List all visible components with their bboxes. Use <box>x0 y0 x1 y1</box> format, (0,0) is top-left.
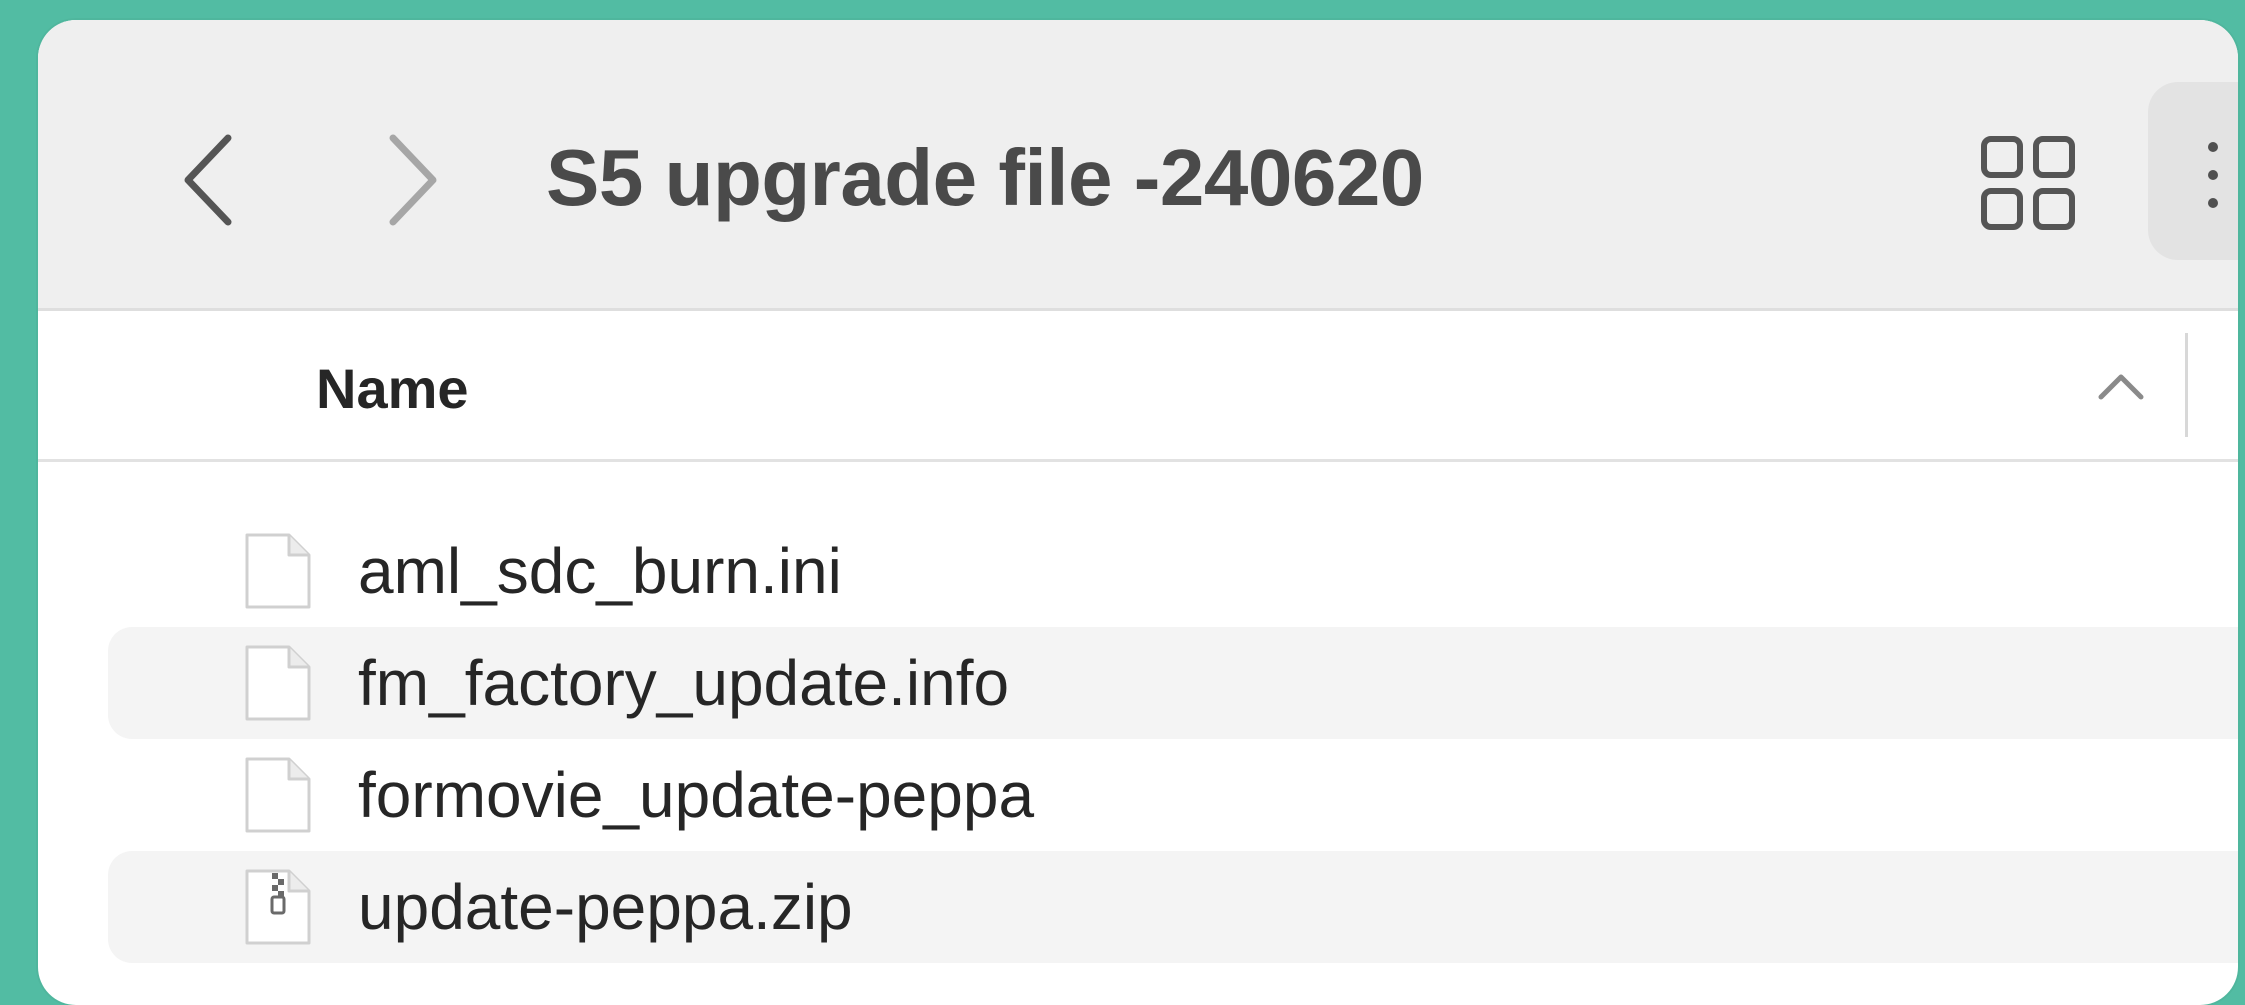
grid-view-button[interactable] <box>1980 135 2076 231</box>
name-column-header[interactable]: Name <box>316 359 469 419</box>
toolbar: S5 upgrade file -240620 <box>38 20 2238 311</box>
file-name: fm_factory_update.info <box>358 647 1010 719</box>
document-icon <box>243 531 313 611</box>
file-row[interactable]: aml_sdc_burn.ini <box>108 515 2238 627</box>
more-vertical-icon <box>2208 142 2220 212</box>
file-list: aml_sdc_burn.ini fm_factory_update.info … <box>38 515 2238 963</box>
file-name: formovie_update-peppa <box>358 759 1035 831</box>
column-divider[interactable] <box>2185 333 2188 437</box>
more-options-button[interactable] <box>2148 82 2238 260</box>
file-name: update-peppa.zip <box>358 871 853 943</box>
grid-view-icon <box>1981 136 2075 230</box>
finder-window: S5 upgrade file -240620 Name aml_sdc_bur… <box>38 20 2238 1005</box>
document-icon <box>243 755 313 835</box>
file-row[interactable]: fm_factory_update.info <box>108 627 2238 739</box>
list-header: Name <box>38 311 2238 462</box>
forward-button[interactable] <box>383 130 443 230</box>
document-icon <box>243 643 313 723</box>
zip-file-icon <box>243 867 313 947</box>
file-name: aml_sdc_burn.ini <box>358 535 842 607</box>
file-row[interactable]: update-peppa.zip <box>108 851 2238 963</box>
file-row[interactable]: formovie_update-peppa <box>108 739 2238 851</box>
back-button[interactable] <box>178 130 238 230</box>
sort-direction-button[interactable] <box>2093 359 2149 415</box>
chevron-right-icon <box>389 134 437 226</box>
folder-title: S5 upgrade file -240620 <box>546 133 1424 222</box>
chevron-left-icon <box>184 134 232 226</box>
chevron-up-icon <box>2098 374 2144 400</box>
